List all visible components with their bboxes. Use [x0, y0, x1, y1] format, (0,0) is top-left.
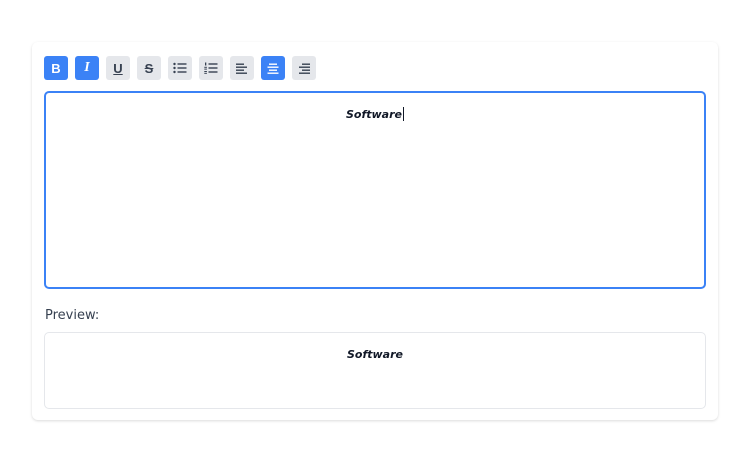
- italic-button[interactable]: I: [75, 56, 99, 80]
- rich-text-editor-card: B I U S Software Preview: Software: [32, 42, 718, 420]
- numbered-list-icon: [204, 62, 218, 74]
- align-right-icon: [299, 63, 310, 74]
- editor-textarea[interactable]: Software: [44, 91, 706, 289]
- editor-text: Software: [346, 108, 402, 121]
- strikethrough-button[interactable]: S: [137, 56, 161, 80]
- formatting-toolbar: B I U S: [44, 56, 316, 80]
- align-left-icon: [236, 63, 247, 74]
- align-center-button[interactable]: [261, 56, 285, 80]
- preview-content: Software: [347, 348, 403, 361]
- preview-box: Software: [44, 332, 706, 409]
- bold-button[interactable]: B: [44, 56, 68, 80]
- strikethrough-icon: S: [144, 60, 154, 76]
- numbered-list-button[interactable]: [199, 56, 223, 80]
- align-center-icon: [267, 63, 279, 74]
- text-caret: [403, 107, 404, 121]
- bullet-list-icon: [173, 62, 187, 74]
- bold-icon: B: [51, 60, 61, 76]
- bullet-list-button[interactable]: [168, 56, 192, 80]
- preview-label: Preview:: [45, 308, 100, 323]
- underline-button[interactable]: U: [106, 56, 130, 80]
- underline-icon: U: [113, 60, 123, 76]
- italic-icon: I: [84, 60, 90, 75]
- align-left-button[interactable]: [230, 56, 254, 80]
- editor-content: Software: [46, 107, 704, 121]
- align-right-button[interactable]: [292, 56, 316, 80]
